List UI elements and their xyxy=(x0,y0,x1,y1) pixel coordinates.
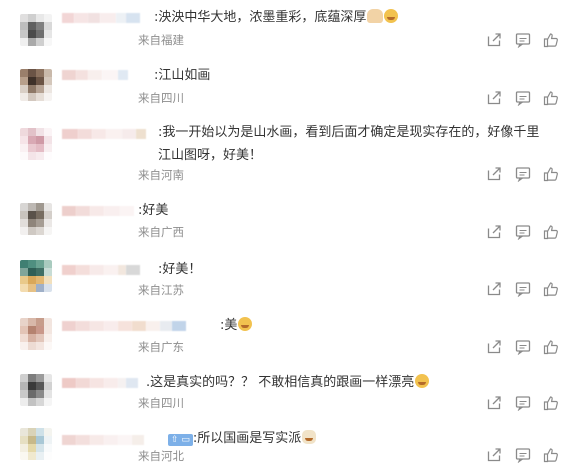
cat-emoji-icon xyxy=(302,430,317,444)
thumbs-up-icon[interactable] xyxy=(543,90,559,106)
username[interactable] xyxy=(62,434,144,446)
thumbs-up-icon[interactable] xyxy=(543,395,559,411)
thumbs-up-icon[interactable] xyxy=(543,281,559,297)
thumbs-up-icon[interactable] xyxy=(543,166,559,182)
username[interactable] xyxy=(62,205,134,217)
comment-text: :好美 xyxy=(138,203,169,218)
thumbs-up-icon[interactable] xyxy=(543,32,559,48)
avatar[interactable] xyxy=(20,260,52,292)
comment-text: ⇧ ▭:所以国画是写实派 xyxy=(168,430,317,447)
share-icon[interactable] xyxy=(486,224,502,240)
clap-emoji-icon xyxy=(367,9,384,23)
share-icon[interactable] xyxy=(486,281,502,297)
share-icon[interactable] xyxy=(486,166,502,182)
comment-text: .这是真实的吗？？ 不敢相信真的跟画一样漂亮 xyxy=(146,374,430,391)
avatar[interactable] xyxy=(20,128,52,160)
share-icon[interactable] xyxy=(486,395,502,411)
share-icon[interactable] xyxy=(486,339,502,355)
comment-icon[interactable] xyxy=(515,395,531,411)
comment-actions xyxy=(486,166,559,182)
comment-icon[interactable] xyxy=(515,339,531,355)
comment-actions xyxy=(486,281,559,297)
share-icon[interactable] xyxy=(486,32,502,48)
comment-text: :美 xyxy=(220,317,253,334)
avatar[interactable] xyxy=(20,14,52,46)
username[interactable] xyxy=(62,128,146,140)
location: 来自河南 xyxy=(138,168,184,182)
comment-icon[interactable] xyxy=(515,224,531,240)
avatar[interactable] xyxy=(20,203,52,235)
comment-actions xyxy=(486,32,559,48)
avatar[interactable] xyxy=(20,428,52,460)
share-icon[interactable] xyxy=(486,90,502,106)
avatar[interactable] xyxy=(20,318,52,350)
comment-text: :江山如画 xyxy=(154,68,211,83)
comment-actions xyxy=(486,447,559,463)
laugh-emoji-icon xyxy=(238,317,253,331)
badge: ⇧ ▭ xyxy=(168,434,193,446)
comment-text: :好美！ xyxy=(158,262,202,277)
comment-actions xyxy=(486,224,559,240)
thumbs-up-icon[interactable] xyxy=(543,224,559,240)
comment-actions xyxy=(486,395,559,411)
thumbs-up-icon[interactable] xyxy=(543,447,559,463)
location: 来自河北 xyxy=(138,449,184,463)
comment-actions xyxy=(486,90,559,106)
comment-actions xyxy=(486,339,559,355)
laugh-emoji-icon xyxy=(415,374,430,388)
username[interactable] xyxy=(62,264,140,276)
laugh-emoji-icon xyxy=(384,9,399,23)
comment-text: :我一开始以为是山水画，看到后面才确定是现实存在的，好像千里江山图呀，好美！ xyxy=(158,125,540,163)
share-icon[interactable] xyxy=(486,447,502,463)
comment-text: :泱泱中华大地，浓墨重彩，底蕴深厚 xyxy=(154,9,399,26)
location: 来自江苏 xyxy=(138,283,184,297)
comment-icon[interactable] xyxy=(515,166,531,182)
avatar[interactable] xyxy=(20,374,52,406)
location: 来自四川 xyxy=(138,91,184,105)
username[interactable] xyxy=(62,12,140,24)
thumbs-up-icon[interactable] xyxy=(543,339,559,355)
location: 来自广东 xyxy=(138,340,184,354)
location: 来自福建 xyxy=(138,33,184,47)
username[interactable] xyxy=(62,69,128,81)
comment-icon[interactable] xyxy=(515,90,531,106)
username[interactable] xyxy=(62,377,138,389)
avatar[interactable] xyxy=(20,69,52,101)
location: 来自四川 xyxy=(138,396,184,410)
location: 来自广西 xyxy=(138,225,184,239)
comment-icon[interactable] xyxy=(515,281,531,297)
comment-icon[interactable] xyxy=(515,447,531,463)
comment-icon[interactable] xyxy=(515,32,531,48)
username[interactable] xyxy=(62,320,186,332)
